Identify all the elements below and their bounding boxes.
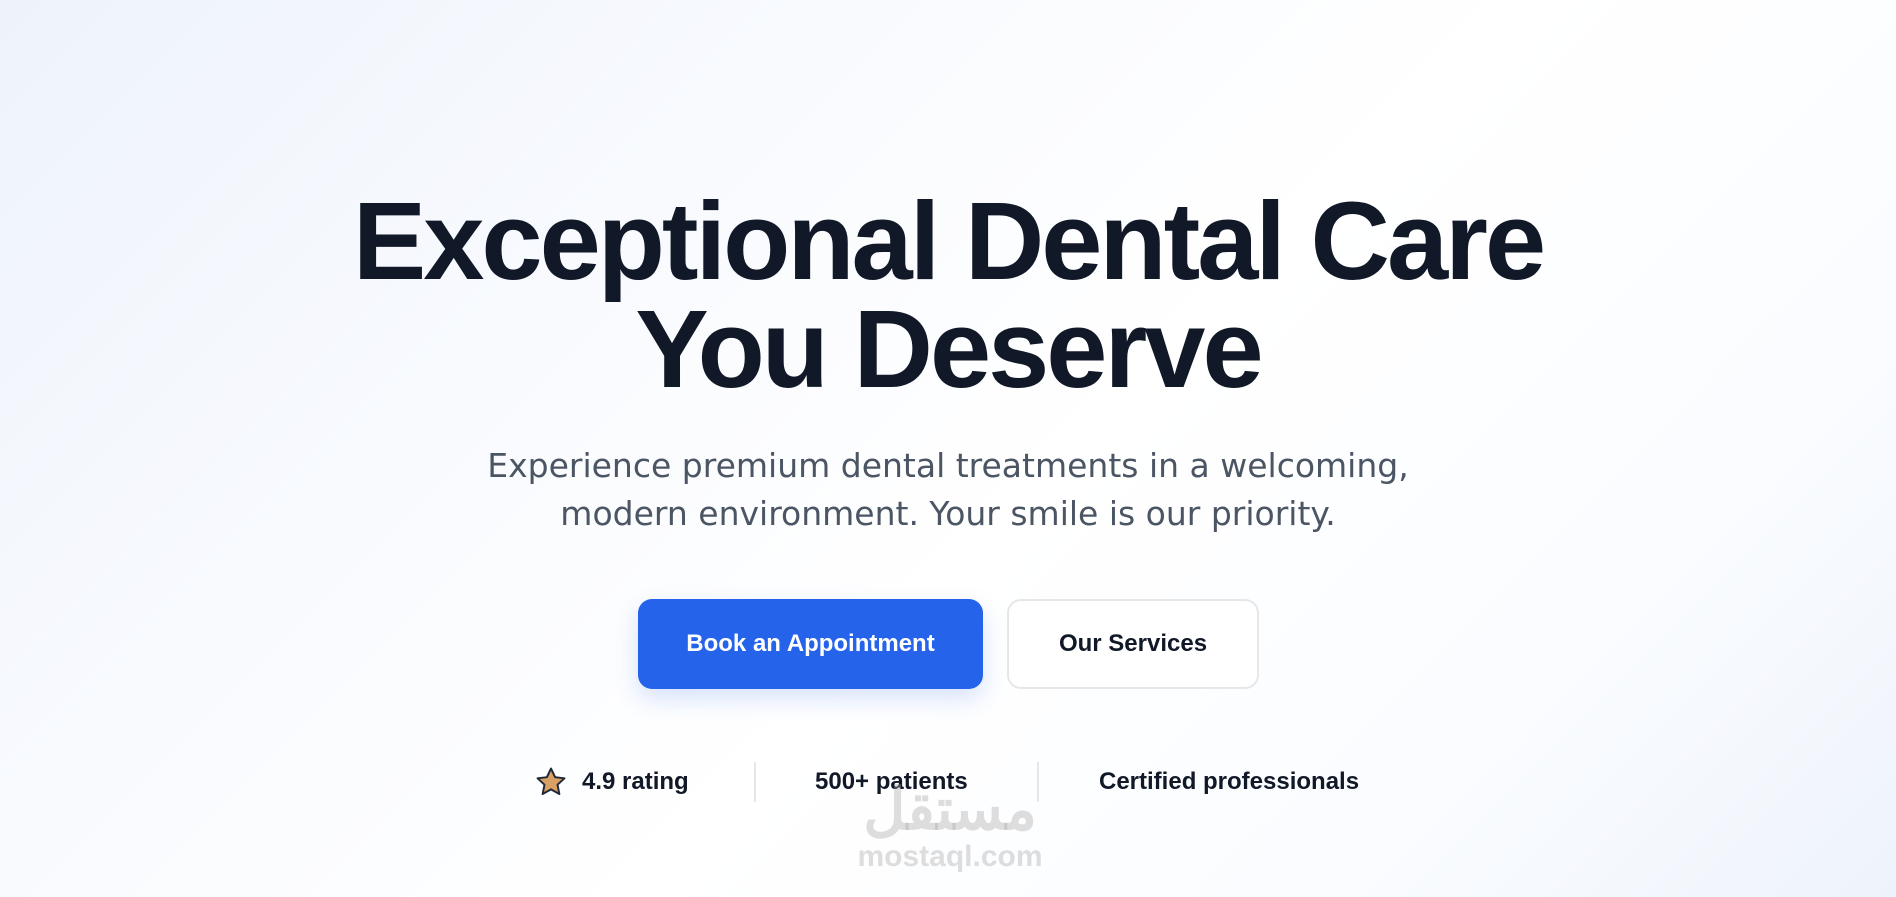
book-appointment-button[interactable]: Book an Appointment xyxy=(638,599,983,689)
watermark-site-text: mostaql.com xyxy=(857,840,1043,873)
certified-stat: Certified professionals xyxy=(1099,762,1359,802)
hero-headline-line-2: You Deserve xyxy=(635,288,1263,411)
hero-subtitle-line-1: Experience premium dental treatments in … xyxy=(487,446,1409,485)
stats-divider xyxy=(754,762,756,802)
hero-section: Exceptional Dental Care You Deserve Expe… xyxy=(0,0,1896,897)
certified-label: Certified professionals xyxy=(1099,768,1360,795)
rating-label: 4.9 rating xyxy=(582,768,689,795)
stats-bar: 4.9 rating 500+ patients Certified profe… xyxy=(0,762,1896,802)
patients-label: 500+ patients xyxy=(815,768,968,795)
hero-subtitle-line-2: modern environment. Your smile is our pr… xyxy=(560,494,1336,533)
stats-divider xyxy=(1037,762,1039,802)
our-services-button[interactable]: Our Services xyxy=(1007,599,1259,689)
rating-stat: 4.9 rating xyxy=(534,762,689,802)
star-icon xyxy=(534,765,568,799)
hero-subtitle: Experience premium dental treatments in … xyxy=(0,442,1896,538)
hero-headline: Exceptional Dental Care You Deserve xyxy=(0,180,1896,411)
patients-stat: 500+ patients xyxy=(815,762,968,802)
hero-headline-line-1: Exceptional Dental Care xyxy=(352,180,1546,303)
